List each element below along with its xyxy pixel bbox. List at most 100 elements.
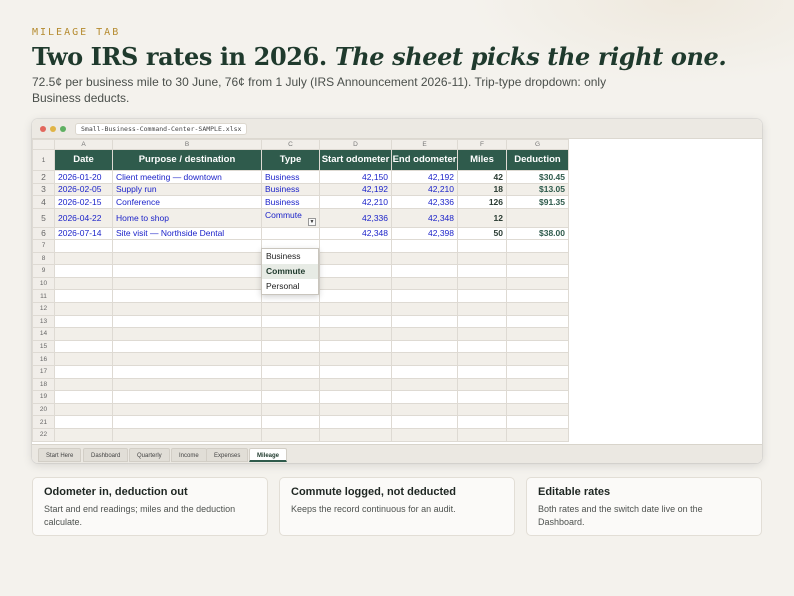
column-header[interactable]: E — [391, 139, 458, 150]
header-cell-purpose[interactable]: Purpose / destination — [112, 149, 262, 171]
empty-cell[interactable] — [391, 339, 458, 354]
empty-cell[interactable] — [319, 314, 392, 329]
empty-cell[interactable] — [54, 339, 113, 354]
empty-cell[interactable] — [261, 301, 320, 316]
empty-cell[interactable] — [112, 276, 262, 291]
empty-cell[interactable] — [54, 364, 113, 379]
empty-cell[interactable] — [391, 352, 458, 366]
date-cell[interactable]: 2026-02-05 — [54, 182, 113, 196]
empty-cell[interactable] — [391, 427, 458, 442]
row-number[interactable]: 17 — [32, 364, 55, 379]
empty-cell[interactable] — [261, 415, 320, 429]
purpose-cell[interactable]: Supply run — [112, 182, 262, 196]
empty-cell[interactable] — [319, 289, 392, 303]
empty-cell[interactable] — [457, 239, 507, 253]
empty-cell[interactable] — [261, 377, 320, 392]
empty-cell[interactable] — [112, 314, 262, 329]
start-odometer-cell[interactable]: 42,210 — [319, 195, 392, 209]
empty-cell[interactable] — [319, 327, 392, 341]
empty-cell[interactable] — [391, 276, 458, 291]
header-cell-date[interactable]: Date — [54, 149, 113, 171]
sheet-tab-start-here[interactable]: Start Here — [38, 448, 82, 462]
sheet-tab-mileage[interactable]: Mileage — [249, 448, 288, 462]
type-cell-active[interactable]: Commute ▼ — [261, 207, 320, 228]
empty-cell[interactable] — [457, 264, 507, 278]
empty-cell[interactable] — [112, 377, 262, 392]
type-cell[interactable] — [261, 226, 320, 240]
empty-cell[interactable] — [506, 276, 569, 291]
type-cell[interactable]: Business — [261, 170, 320, 184]
empty-cell[interactable] — [391, 402, 458, 417]
deduction-cell[interactable] — [506, 207, 569, 228]
header-cell-miles[interactable]: Miles — [457, 149, 507, 171]
empty-cell[interactable] — [112, 352, 262, 366]
empty-cell[interactable] — [54, 301, 113, 316]
sheet-tab-income[interactable]: Income — [171, 448, 207, 462]
column-header[interactable]: G — [506, 139, 569, 150]
empty-cell[interactable] — [112, 415, 262, 429]
empty-cell[interactable] — [506, 289, 569, 303]
empty-cell[interactable] — [319, 364, 392, 379]
empty-cell[interactable] — [319, 276, 392, 291]
column-header[interactable]: A — [54, 139, 113, 150]
empty-cell[interactable] — [457, 251, 507, 266]
empty-cell[interactable] — [506, 402, 569, 417]
empty-cell[interactable] — [112, 264, 262, 278]
deduction-cell[interactable]: $91.35 — [506, 195, 569, 209]
empty-cell[interactable] — [391, 364, 458, 379]
empty-cell[interactable] — [54, 327, 113, 341]
empty-cell[interactable] — [112, 390, 262, 404]
empty-cell[interactable] — [506, 377, 569, 392]
empty-cell[interactable] — [54, 427, 113, 442]
miles-cell[interactable]: 12 — [457, 207, 507, 228]
empty-cell[interactable] — [506, 390, 569, 404]
empty-cell[interactable] — [506, 427, 569, 442]
empty-cell[interactable] — [391, 415, 458, 429]
empty-cell[interactable] — [112, 339, 262, 354]
empty-cell[interactable] — [261, 364, 320, 379]
empty-cell[interactable] — [457, 390, 507, 404]
row-number[interactable]: 20 — [32, 402, 55, 417]
empty-cell[interactable] — [391, 314, 458, 329]
empty-cell[interactable] — [112, 364, 262, 379]
empty-cell[interactable] — [112, 402, 262, 417]
empty-cell[interactable] — [112, 301, 262, 316]
header-cell-type[interactable]: Type — [261, 149, 320, 171]
empty-cell[interactable] — [391, 239, 458, 253]
empty-cell[interactable] — [54, 314, 113, 329]
empty-cell[interactable] — [54, 251, 113, 266]
empty-cell[interactable] — [54, 276, 113, 291]
empty-cell[interactable] — [506, 327, 569, 341]
row-number[interactable]: 2 — [32, 170, 55, 184]
row-number[interactable]: 11 — [32, 289, 55, 303]
row-number[interactable]: 19 — [32, 390, 55, 404]
empty-cell[interactable] — [319, 427, 392, 442]
purpose-cell[interactable]: Conference — [112, 195, 262, 209]
row-number[interactable]: 22 — [32, 427, 55, 442]
empty-cell[interactable] — [261, 314, 320, 329]
row-number[interactable]: 18 — [32, 377, 55, 392]
close-window-icon[interactable] — [40, 126, 46, 132]
empty-cell[interactable] — [261, 339, 320, 354]
row-number[interactable]: 7 — [32, 239, 55, 253]
empty-cell[interactable] — [457, 276, 507, 291]
column-header[interactable]: C — [261, 139, 320, 150]
miles-cell[interactable]: 42 — [457, 170, 507, 184]
empty-cell[interactable] — [391, 390, 458, 404]
empty-cell[interactable] — [506, 239, 569, 253]
empty-cell[interactable] — [457, 415, 507, 429]
empty-cell[interactable] — [457, 289, 507, 303]
empty-cell[interactable] — [261, 352, 320, 366]
row-number[interactable]: 10 — [32, 276, 55, 291]
dropdown-option-commute[interactable]: Commute — [262, 264, 318, 279]
empty-cell[interactable] — [54, 402, 113, 417]
empty-cell[interactable] — [391, 377, 458, 392]
date-cell[interactable]: 2026-02-15 — [54, 195, 113, 209]
empty-cell[interactable] — [457, 339, 507, 354]
empty-cell[interactable] — [506, 415, 569, 429]
start-odometer-cell[interactable]: 42,150 — [319, 170, 392, 184]
column-header[interactable]: D — [319, 139, 392, 150]
sheet-tab-dashboard[interactable]: Dashboard — [83, 448, 129, 462]
empty-cell[interactable] — [112, 239, 262, 253]
miles-cell[interactable]: 18 — [457, 182, 507, 196]
